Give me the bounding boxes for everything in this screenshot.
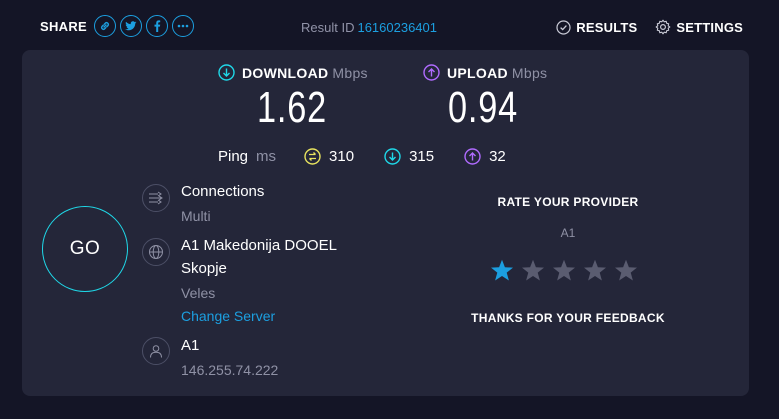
star-icon[interactable] xyxy=(521,256,552,284)
rate-provider-isp: A1 xyxy=(560,226,576,240)
go-button[interactable]: GO xyxy=(42,206,128,292)
result-id: Result ID 16160236401 xyxy=(301,20,437,35)
download-header: DOWNLOAD Mbps xyxy=(218,64,384,81)
ping-label: Ping xyxy=(218,148,249,165)
provider-ip: 146.255.74.222 xyxy=(181,362,279,378)
server-location: Veles xyxy=(181,285,216,301)
settings-label: SETTINGS xyxy=(676,19,743,35)
thanks-message: THANKS FOR YOUR FEEDBACK xyxy=(471,311,665,325)
upload-header: UPLOAD Mbps xyxy=(423,64,563,81)
download-latency-icon xyxy=(384,148,401,165)
user-icon xyxy=(142,337,170,365)
ping-row: Ping ms 310 315 32 xyxy=(218,148,536,165)
ping-idle: 310 xyxy=(304,148,354,165)
upload-latency-icon xyxy=(464,148,481,165)
share-label: SHARE xyxy=(40,18,88,34)
share-bar: SHARE xyxy=(40,15,198,37)
download-label: DOWNLOAD xyxy=(242,64,329,81)
star-icon[interactable] xyxy=(583,256,614,284)
download-metric: DOWNLOAD Mbps 1.62 xyxy=(218,64,384,133)
results-button[interactable]: RESULTS xyxy=(556,20,637,35)
upload-value: 0.94 xyxy=(448,83,518,132)
connections-title: Connections xyxy=(181,183,265,200)
download-arrow-icon xyxy=(218,64,235,81)
twitter-icon[interactable] xyxy=(120,15,143,37)
results-panel: DOWNLOAD Mbps 1.62 UPLOAD Mbps 0.94 Ping… xyxy=(22,50,749,396)
ping-download: 315 xyxy=(384,148,434,165)
star-icon[interactable] xyxy=(552,256,583,284)
link-icon[interactable] xyxy=(94,15,117,37)
server-name: A1 Makedonija DOOEL xyxy=(181,237,337,254)
connections-mode[interactable]: Multi xyxy=(181,208,211,224)
result-id-link[interactable]: 16160236401 xyxy=(357,20,437,35)
download-value: 1.62 xyxy=(257,83,327,132)
provider-name: A1 xyxy=(181,337,200,354)
rate-provider-title: RATE YOUR PROVIDER xyxy=(497,195,639,209)
facebook-icon[interactable] xyxy=(146,15,169,37)
result-id-label: Result ID xyxy=(301,20,355,35)
server-city: Skopje xyxy=(181,260,227,277)
download-unit: Mbps xyxy=(332,64,368,81)
settings-button[interactable]: SETTINGS xyxy=(655,19,743,35)
star-icon[interactable] xyxy=(614,256,645,284)
upload-unit: Mbps xyxy=(511,64,548,81)
ping-idle-value: 310 xyxy=(329,148,355,165)
results-label: RESULTS xyxy=(576,19,638,35)
ping-download-value: 315 xyxy=(409,148,435,165)
globe-icon xyxy=(142,238,170,266)
top-nav: RESULTS SETTINGS xyxy=(556,19,743,35)
star-rating xyxy=(490,256,645,284)
upload-arrow-icon xyxy=(423,64,440,81)
star-icon[interactable] xyxy=(490,256,521,284)
ping-upload: 32 xyxy=(464,148,506,165)
ping-upload-value: 32 xyxy=(489,148,506,165)
change-server-link[interactable]: Change Server xyxy=(181,308,275,324)
check-circle-icon xyxy=(556,19,571,35)
gear-icon xyxy=(656,19,671,35)
ping-unit: ms xyxy=(256,148,277,165)
upload-metric: UPLOAD Mbps 0.94 xyxy=(423,64,563,133)
more-icon[interactable] xyxy=(172,15,195,37)
upload-label: UPLOAD xyxy=(447,64,508,81)
idle-latency-icon xyxy=(304,148,321,165)
connections-icon xyxy=(142,184,170,212)
